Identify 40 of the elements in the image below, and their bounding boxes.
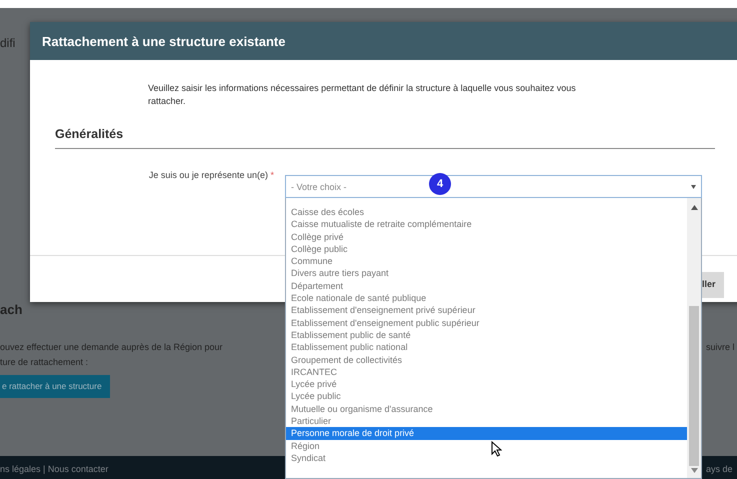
dropdown-option[interactable]: IRCANTEC	[286, 366, 688, 378]
paragraph-text: suivre l	[706, 341, 735, 354]
paragraph-text: ture de rattachement :	[0, 356, 88, 369]
dropdown-option[interactable]: Ecole nationale de santé publique	[286, 292, 688, 304]
dropdown-option[interactable]: Groupement de collectivités	[286, 354, 688, 366]
caret-icon	[691, 185, 696, 189]
dropdown-option[interactable]: Personne morale de droit privé	[286, 427, 688, 440]
dropdown-option[interactable]: Lycée privé	[286, 378, 688, 390]
intro-text: Veuillez saisir les informations nécessaires permettant de définir la structure à laquelle vous souhaitez vous rattacher.	[148, 82, 577, 108]
field-label: Je suis ou je représente un(e)	[148, 170, 268, 180]
dropdown-option[interactable]: Etablissement public de santé	[286, 328, 688, 342]
footer-button[interactable]: ller	[700, 272, 724, 298]
dropdown-option[interactable]: Etablissement d'enseignement privé supérieur	[286, 304, 688, 317]
dropdown-option[interactable]: Région	[286, 440, 688, 452]
page-heading: difi	[0, 35, 16, 52]
dropdown-option[interactable]: Caisse des écoles	[286, 206, 688, 218]
dropdown-option[interactable]: Commune	[286, 255, 688, 268]
section-title: Généralités	[55, 125, 715, 149]
dropdown-option[interactable]: Particulier	[286, 415, 688, 428]
dropdown-option[interactable]: Mutuelle ou organisme d'assurance	[286, 402, 688, 416]
modal-title: Rattachement à une structure existante	[30, 22, 737, 60]
dropdown-option[interactable]: Lycée public	[286, 390, 688, 403]
paragraph-text: ouvez effectuer une demande auprès de la Région pour	[0, 341, 222, 354]
footer-links[interactable]: ns légales | Nous contacter	[0, 464, 108, 475]
dropdown-option[interactable]: Caisse mutualiste de retraite complémentaire	[286, 218, 688, 231]
scroll-down-icon[interactable]	[691, 468, 698, 473]
dropdown-option[interactable]: Syndicat	[286, 452, 688, 464]
pointer-cursor-icon	[491, 441, 502, 457]
dropdown-option[interactable]: Etablissement public national	[286, 341, 688, 354]
required-mark: *	[270, 170, 274, 180]
dropdown-option[interactable]: Etablissement d'enseignement public supérieur	[286, 316, 688, 329]
section-heading: ach	[0, 301, 22, 319]
scroll-up-icon[interactable]	[691, 205, 698, 210]
dropdown-option[interactable]: Divers autre tiers payant	[286, 267, 688, 280]
footer-text: ays de	[706, 464, 733, 475]
attach-button[interactable]: e rattacher à une structure	[0, 375, 110, 398]
dropdown-option[interactable]: Collège public	[286, 242, 688, 256]
scrollbar-thumb[interactable]	[689, 306, 699, 466]
dropdown-option[interactable]: Département	[286, 280, 688, 292]
dropdown-option[interactable]: Collège privé	[286, 230, 688, 243]
